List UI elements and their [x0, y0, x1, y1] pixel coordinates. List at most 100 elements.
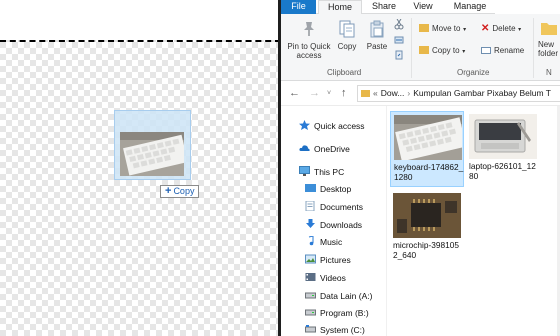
move-to-label: Move to — [432, 24, 461, 33]
nav-label: Documents — [320, 202, 363, 212]
ribbon-tab-bar: File Home Share View Manage — [281, 0, 560, 15]
star-icon — [299, 119, 310, 130]
paste-icon — [365, 20, 389, 40]
tab-manage[interactable]: Manage — [445, 0, 495, 14]
nav-label: Quick access — [314, 121, 365, 131]
delete-label: Delete — [492, 24, 516, 33]
up-arrow-icon[interactable]: ↑ — [341, 87, 347, 99]
editor-canvas[interactable]: + Copy — [0, 0, 281, 336]
nav-desktop[interactable]: Desktop — [305, 181, 351, 197]
plus-icon: + — [165, 185, 172, 197]
file-item-keyboard[interactable]: keyboard-174862_1280 — [390, 111, 464, 187]
file-name: laptop-626101_1280 — [469, 161, 536, 181]
new-group-label: N — [546, 68, 552, 77]
videos-folder-icon — [305, 271, 316, 281]
paste-button[interactable]: Paste — [365, 20, 389, 51]
delete-button[interactable]: ✕ Delete ▾ — [481, 23, 521, 36]
desktop-folder-icon — [305, 182, 316, 192]
pin-to-quick-access-button[interactable]: Pin to Quick access — [284, 20, 334, 60]
copy-path-button[interactable] — [393, 35, 405, 49]
nav-downloads[interactable]: Downloads — [305, 217, 362, 233]
rename-icon — [481, 47, 491, 54]
nav-drive-b[interactable]: Program (B:) — [305, 305, 369, 321]
scissors-icon — [393, 18, 405, 32]
copy-cursor-badge: + Copy — [160, 185, 200, 198]
delete-dropdown-icon: ▾ — [516, 27, 522, 33]
move-to-button[interactable]: Move to ▾ — [419, 23, 466, 36]
breadcrumb-downloads[interactable]: Dow... — [381, 88, 405, 98]
address-box[interactable]: «Dow... › Kumpulan Gambar Pixabay Belum T — [357, 85, 560, 102]
nav-label: OneDrive — [314, 144, 350, 154]
nav-label: System (C:) — [320, 325, 365, 335]
tab-view[interactable]: View — [405, 0, 441, 14]
copy-badge-label: Copy — [173, 186, 195, 196]
nav-quick-access[interactable]: Quick access — [299, 118, 365, 134]
paste-shortcut-button[interactable] — [393, 50, 405, 64]
copy-icon — [335, 20, 359, 40]
navigation-pane: Quick access OneDrive This PC Desktop Do… — [281, 106, 387, 336]
breadcrumb-chevron-icon: › — [407, 88, 411, 98]
copy-to-label: Copy to — [432, 46, 460, 55]
ribbon-home: Pin to Quick access Copy Paste Clipboard… — [281, 14, 560, 81]
nav-label: Pictures — [320, 255, 351, 265]
nav-documents[interactable]: Documents — [305, 199, 363, 215]
ribbon-separator — [533, 18, 534, 78]
new-folder-label: New folder — [538, 40, 559, 58]
file-name: microchip-3981052_640 — [393, 240, 459, 260]
rename-button[interactable]: Rename — [481, 45, 524, 56]
nav-label: Music — [320, 237, 343, 247]
canvas-top-strip — [0, 0, 281, 40]
nav-label: This PC — [314, 167, 345, 177]
nav-videos[interactable]: Videos — [305, 270, 346, 286]
file-item-microchip[interactable]: microchip-3981052_640 — [390, 190, 464, 266]
nav-label: Downloads — [320, 220, 363, 230]
tab-home[interactable]: Home — [318, 0, 362, 15]
microchip-thumbnail — [393, 193, 461, 238]
address-bar-row: ← → ˅ ↑ «Dow... › Kumpulan Gambar Pixabay … — [281, 81, 560, 106]
nav-pictures[interactable]: Pictures — [305, 252, 351, 268]
forward-arrow-icon[interactable]: → — [309, 87, 320, 99]
copy-to-dropdown-icon: ▾ — [460, 49, 466, 55]
tab-bar-filler — [495, 0, 560, 14]
organize-group-label: Organize — [457, 68, 490, 77]
music-icon — [305, 235, 316, 246]
tab-file[interactable]: File — [281, 0, 316, 14]
downloads-folder-icon — [305, 218, 316, 228]
new-folder-button[interactable]: New folder — [538, 20, 560, 58]
file-explorer-window: File Home Share View Manage Pin to Quick… — [281, 0, 560, 336]
move-to-icon — [419, 24, 429, 32]
tab-share[interactable]: Share — [365, 0, 403, 14]
selection-dashed-border — [0, 40, 281, 42]
copy-to-icon — [419, 46, 429, 54]
nav-label: Videos — [320, 273, 346, 283]
address-overflow[interactable]: « — [373, 88, 378, 98]
back-arrow-icon[interactable]: ← — [289, 87, 300, 99]
paste-label: Paste — [366, 42, 388, 51]
move-to-dropdown-icon: ▾ — [461, 27, 467, 33]
cut-button[interactable] — [393, 18, 405, 34]
folder-icon — [361, 90, 370, 97]
drive-icon — [305, 289, 316, 299]
clipboard-group-label: Clipboard — [327, 68, 362, 77]
pin-label: Pin to Quick access — [287, 42, 331, 60]
documents-folder-icon — [305, 200, 316, 212]
nav-label: Program (B:) — [320, 308, 369, 318]
nav-this-pc[interactable]: This PC — [299, 164, 344, 180]
pictures-folder-icon — [305, 253, 316, 264]
rename-label: Rename — [494, 46, 525, 55]
file-list: keyboard-174862_1280 laptop-626101_1280 — [387, 106, 560, 336]
copy-button[interactable]: Copy — [335, 20, 359, 51]
nav-drive-c[interactable]: System (C:) — [305, 322, 365, 336]
monitor-icon — [299, 165, 310, 176]
drive-icon — [305, 323, 316, 333]
nav-onedrive[interactable]: OneDrive — [299, 141, 350, 157]
file-item-laptop[interactable]: laptop-626101_1280 — [466, 111, 540, 187]
file-name: keyboard-174862_1280 — [394, 162, 464, 182]
recent-dropdown-icon[interactable]: ˅ — [327, 90, 331, 97]
copy-path-icon — [393, 35, 405, 47]
breadcrumb-current-folder[interactable]: Kumpulan Gambar Pixabay Belum T — [413, 88, 551, 98]
nav-drive-a[interactable]: Data Lain (A:) — [305, 288, 372, 304]
copy-to-button[interactable]: Copy to ▾ — [419, 45, 465, 58]
ribbon-separator — [411, 18, 412, 78]
nav-music[interactable]: Music — [305, 234, 342, 250]
